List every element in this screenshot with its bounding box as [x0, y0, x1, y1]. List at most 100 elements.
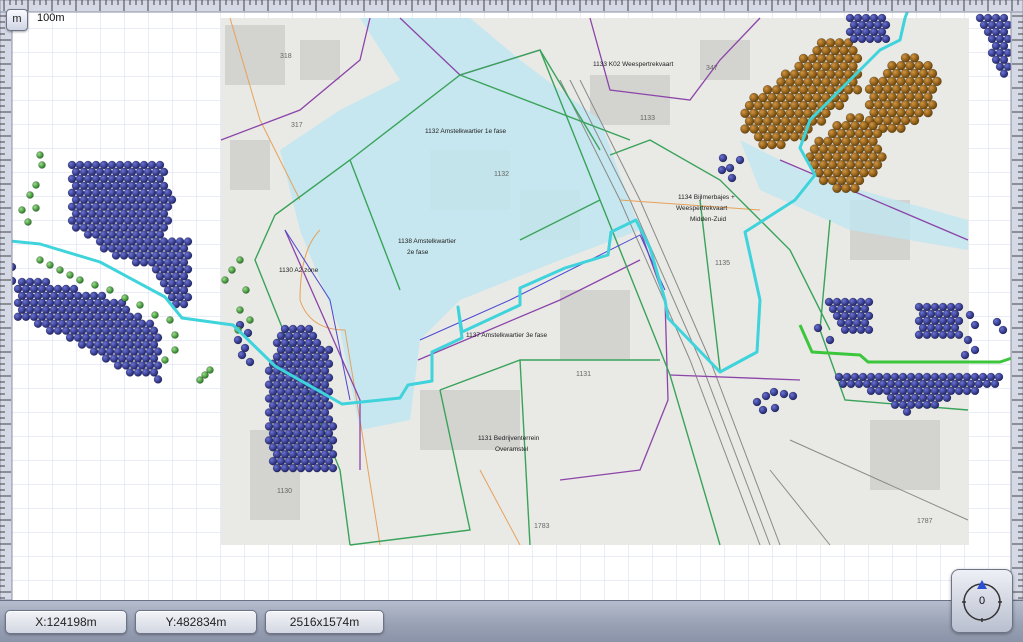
dot-marker — [57, 291, 67, 301]
dot-marker — [288, 422, 298, 431]
dot-marker — [848, 61, 858, 72]
dot-marker — [151, 237, 161, 246]
dot-marker — [300, 415, 310, 424]
dot-marker — [272, 436, 282, 445]
dot-marker — [276, 456, 286, 466]
dot-marker — [987, 48, 997, 58]
dot-marker — [73, 305, 83, 315]
dot-marker — [296, 324, 306, 334]
dot-marker — [789, 85, 800, 95]
dot-marker — [147, 160, 157, 170]
dot-marker — [758, 405, 768, 415]
dot-marker — [896, 76, 906, 87]
dot-marker — [163, 272, 173, 281]
dot-marker — [991, 41, 1001, 51]
dot-marker — [206, 366, 214, 374]
dot-marker — [869, 92, 879, 102]
dot-marker — [932, 76, 942, 87]
dot-marker — [900, 100, 911, 110]
dot-marker — [117, 312, 127, 322]
area-label: 1134 Bijlmerbajes + — [678, 194, 735, 201]
dot-marker — [296, 338, 306, 348]
dot-marker — [288, 449, 298, 459]
dot-marker — [109, 312, 119, 322]
dot-marker — [785, 108, 795, 119]
dot-marker — [328, 422, 338, 431]
dot-marker — [841, 120, 851, 131]
dot-marker — [753, 132, 764, 142]
dot-marker — [123, 188, 133, 198]
dot-marker — [852, 304, 862, 314]
dot-marker — [81, 305, 91, 315]
dot-marker — [87, 209, 97, 218]
dot-marker — [159, 279, 169, 288]
dot-marker — [175, 279, 185, 288]
dot-marker — [320, 463, 330, 473]
dot-marker — [115, 160, 125, 170]
area-label: Midden-Zuid — [690, 216, 727, 223]
dot-marker — [789, 116, 800, 126]
dot-marker — [53, 326, 63, 335]
dot-marker — [175, 251, 185, 260]
dot-marker — [891, 68, 902, 79]
map-viewport[interactable]: 1133 K02 Weespertrekvaart 1132 Amstelkwa… — [0, 0, 1023, 641]
rotation-value: 0 — [978, 595, 986, 607]
dot-marker — [869, 107, 879, 118]
dot-marker — [107, 188, 117, 198]
dot-marker — [91, 216, 101, 225]
dot-marker — [852, 53, 863, 64]
dot-marker — [865, 34, 875, 44]
dot-marker — [852, 318, 862, 328]
dot-marker — [121, 361, 131, 370]
dot-marker — [111, 195, 121, 205]
dot-marker — [848, 325, 858, 335]
dot-marker — [119, 237, 129, 246]
dot-marker — [308, 429, 318, 438]
dot-marker — [272, 422, 282, 431]
dot-marker — [914, 107, 924, 118]
dot-marker — [300, 401, 310, 410]
dot-marker — [854, 113, 865, 123]
dot-marker — [97, 333, 107, 342]
dot-marker — [276, 415, 286, 424]
dot-marker — [891, 100, 902, 110]
parcel-number: 317 — [291, 122, 303, 129]
dot-marker — [292, 456, 302, 466]
dot-marker — [147, 258, 157, 267]
dot-marker — [133, 354, 143, 363]
dot-marker — [914, 60, 924, 71]
dot-marker — [159, 223, 169, 232]
dot-marker — [320, 422, 330, 431]
dot-marker — [179, 285, 189, 295]
dot-marker — [49, 291, 59, 301]
dot-marker — [272, 352, 282, 362]
dot-marker — [155, 258, 165, 267]
dot-marker — [896, 92, 906, 102]
compass-button[interactable]: 0 — [951, 569, 1013, 633]
unit-toggle-button[interactable]: m — [6, 9, 28, 31]
dot-marker — [107, 230, 117, 239]
dot-marker — [85, 340, 95, 349]
dot-marker — [868, 136, 878, 147]
dot-marker — [155, 202, 165, 211]
dot-marker — [147, 216, 157, 225]
dot-marker — [288, 394, 298, 403]
dot-marker — [79, 209, 89, 218]
dot-marker — [840, 297, 850, 307]
dot-marker — [41, 305, 51, 315]
dot-marker — [863, 128, 874, 139]
dot-marker — [914, 92, 924, 102]
dot-marker — [922, 386, 932, 396]
map-canvas[interactable]: 1133 K02 Weespertrekvaart 1132 Amstelkwa… — [0, 0, 1023, 641]
dot-marker — [312, 352, 322, 362]
dot-marker — [280, 352, 290, 362]
dot-marker — [807, 85, 818, 95]
dot-marker — [129, 333, 139, 342]
dot-marker — [914, 400, 924, 410]
dot-marker — [221, 276, 229, 284]
dot-marker — [18, 206, 26, 214]
dot-marker — [857, 20, 867, 30]
dot-marker — [71, 167, 81, 177]
dot-marker — [832, 297, 842, 307]
dot-marker — [776, 139, 786, 150]
